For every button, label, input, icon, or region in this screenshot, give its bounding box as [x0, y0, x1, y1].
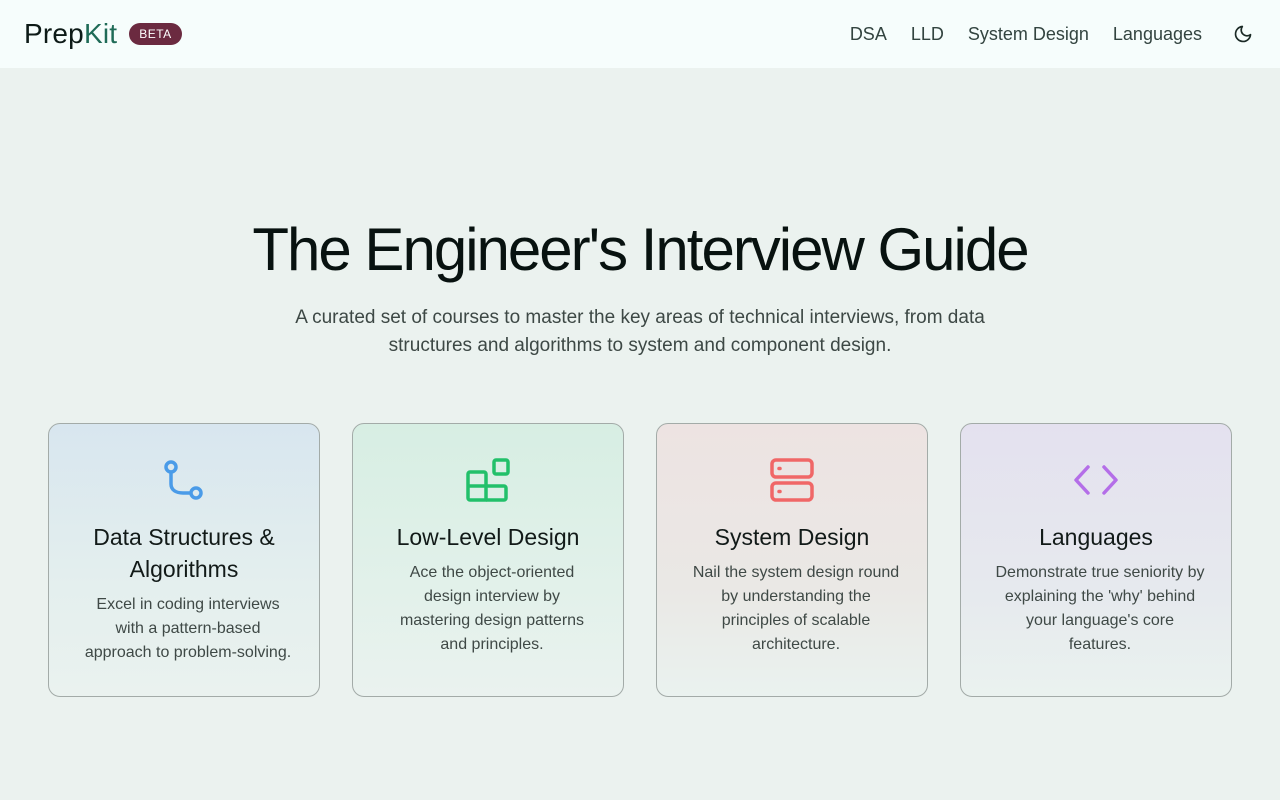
- course-card-title: Data Structures & Algorithms: [93, 524, 275, 582]
- course-card-lld[interactable]: Low-Level Design Ace the object-oriented…: [352, 423, 624, 697]
- hero-section: The Engineer's Interview Guide A curated…: [0, 212, 1280, 360]
- top-navbar: PrepKit BETA DSA LLD System Design Langu…: [0, 0, 1280, 68]
- course-cards: Data Structures & Algorithms Excel in co…: [48, 423, 1232, 697]
- course-card-description: Ace the object-oriented design interview…: [399, 564, 585, 653]
- nav-link-lld[interactable]: LLD: [911, 24, 944, 45]
- git-branch-icon: [164, 460, 203, 500]
- course-card-languages[interactable]: Languages Demonstrate true seniority by …: [960, 423, 1232, 697]
- course-card-system-design[interactable]: System Design Nail the system design rou…: [656, 423, 928, 697]
- course-card-title: Low-Level Design: [396, 524, 580, 550]
- nav-link-system-design[interactable]: System Design: [968, 24, 1089, 45]
- blocks-icon: [466, 458, 510, 502]
- nav-link-dsa[interactable]: DSA: [850, 24, 887, 45]
- page-subtitle: A curated set of courses to master the k…: [295, 307, 985, 356]
- course-card-title: Languages: [1039, 524, 1153, 550]
- brand-logo-link[interactable]: PrepKit BETA: [24, 20, 182, 48]
- course-card-description: Demonstrate true seniority by explaining…: [995, 564, 1205, 653]
- course-card-title: System Design: [714, 524, 870, 550]
- main-nav: DSA LLD System Design Languages: [826, 21, 1256, 47]
- page-title: The Engineer's Interview Guide: [252, 216, 1029, 283]
- nav-link-languages[interactable]: Languages: [1113, 24, 1202, 45]
- server-icon: [770, 458, 814, 502]
- course-card-description: Nail the system design round by understa…: [692, 564, 900, 653]
- logo-text: PrepKit: [24, 18, 118, 49]
- theme-toggle-button[interactable]: [1230, 21, 1256, 47]
- moon-icon: [1234, 25, 1252, 43]
- course-card-dsa[interactable]: Data Structures & Algorithms Excel in co…: [48, 423, 320, 697]
- code-icon: [1074, 465, 1118, 495]
- beta-badge: BETA: [129, 23, 182, 45]
- course-card-description: Excel in coding interviews with a patter…: [84, 596, 292, 661]
